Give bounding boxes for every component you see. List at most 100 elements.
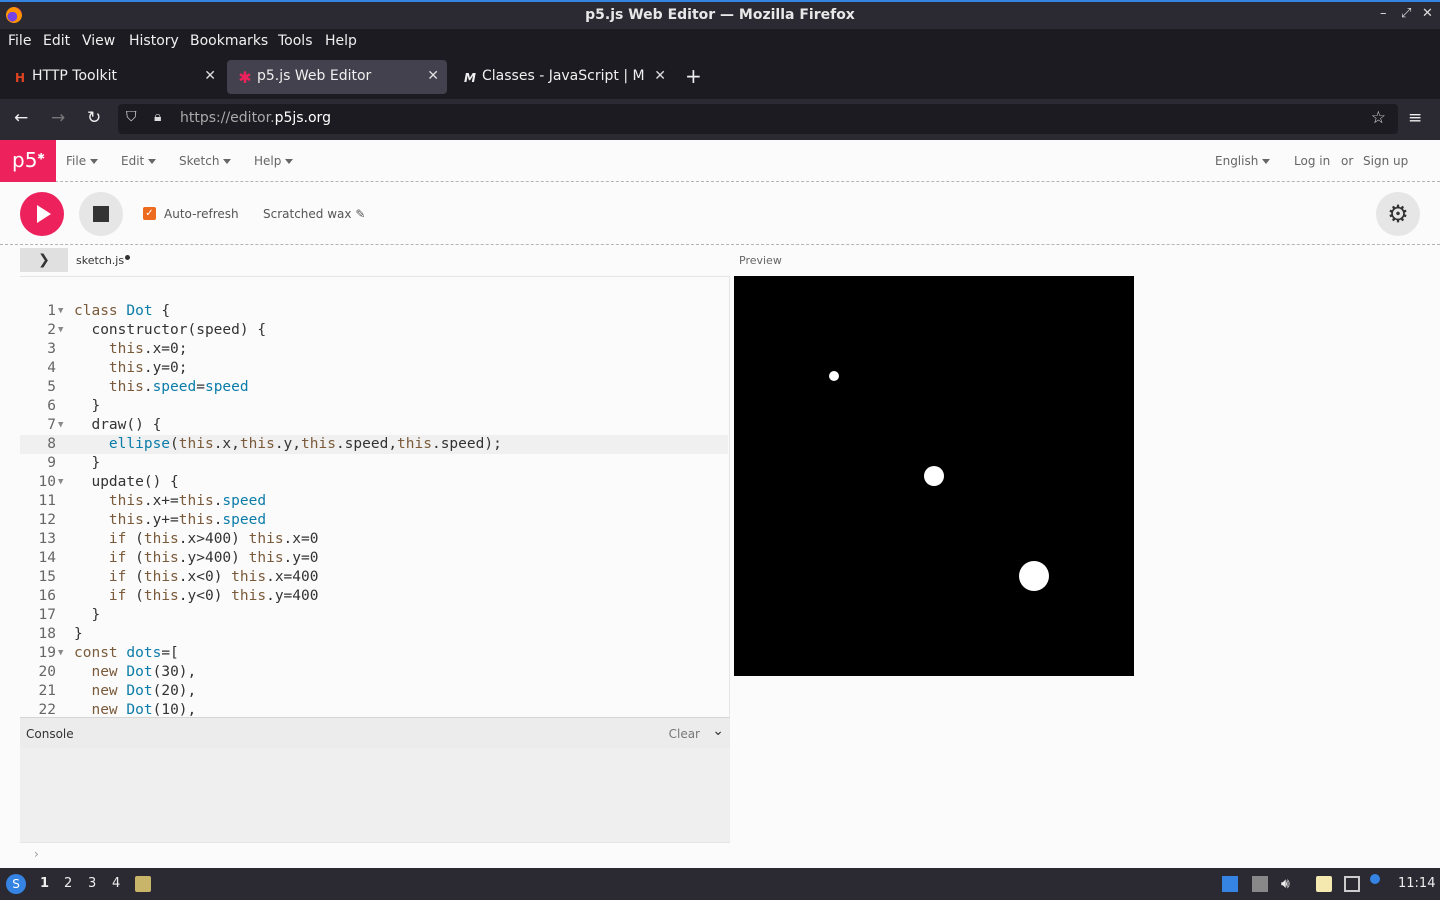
p5-menu-help[interactable]: Help [254, 154, 294, 168]
code-line[interactable]: 3 this.x=0; [20, 340, 728, 359]
code-line[interactable]: 5 this.speed=speed [20, 378, 728, 397]
p5-menu-sketch[interactable]: Sketch [179, 154, 232, 168]
shield-icon[interactable]: ⛉ [126, 109, 137, 125]
clipboard-icon[interactable] [1252, 876, 1268, 892]
menu-bookmarks[interactable]: Bookmarks [190, 33, 268, 49]
bookmark-star-icon[interactable]: ☆ [1371, 108, 1386, 128]
menu-view[interactable]: View [82, 33, 115, 49]
fold-arrow-icon[interactable]: ▼ [58, 644, 63, 663]
code-text: draw() { [74, 417, 162, 433]
menu-edit[interactable]: Edit [43, 33, 70, 49]
file-tab-sketch-js[interactable]: sketch.js [76, 254, 131, 267]
workspace-4[interactable]: 4 [112, 876, 120, 891]
menu-help[interactable]: Help [325, 33, 357, 49]
code-text: } [74, 607, 101, 623]
hamburger-menu-icon[interactable]: ≡ [1408, 108, 1422, 128]
menu-tools[interactable]: Tools [278, 33, 313, 49]
tab-mdn-classes[interactable]: M Classes - JavaScript | MDN ✕ [452, 60, 674, 94]
fold-arrow-icon[interactable]: ▼ [58, 473, 63, 492]
unsaved-indicator-icon [125, 255, 131, 260]
code-line[interactable]: 11 this.x+=this.speed [20, 492, 728, 511]
close-tab-icon[interactable]: ✕ [204, 68, 216, 84]
url-text[interactable]: https://editor.p5js.org [180, 110, 331, 126]
code-text: this.x+=this.speed [108, 493, 267, 509]
code-line[interactable]: 13 if (this.x>400) this.x=0 [20, 530, 728, 549]
sketch-toolbar: ✓ Auto-refresh Scratched wax ✎ ⚙ [0, 182, 1440, 245]
code-line[interactable]: 4 this.y=0; [20, 359, 728, 378]
code-line[interactable]: 21 new Dot(20), [20, 682, 728, 701]
line-number: 9 [47, 455, 56, 471]
code-line[interactable]: 6 } [20, 397, 728, 416]
workspace-1[interactable]: 1 [40, 876, 49, 891]
fold-arrow-icon[interactable]: ▼ [58, 416, 63, 435]
workspace-2[interactable]: 2 [64, 876, 72, 891]
forward-button[interactable]: → [51, 108, 65, 128]
line-number: 14 [38, 550, 56, 566]
close-tab-icon[interactable]: ✕ [654, 68, 666, 84]
notification-icon[interactable] [1370, 874, 1380, 884]
code-line[interactable]: 18} [20, 625, 728, 644]
code-line[interactable]: 16 if (this.y<0) this.y=400 [20, 587, 728, 606]
preview-canvas[interactable] [734, 276, 1134, 676]
language-select[interactable]: English [1215, 154, 1271, 168]
notes-icon[interactable] [1316, 876, 1332, 892]
fold-arrow-icon[interactable]: ▼ [58, 321, 63, 340]
console-input[interactable]: › [20, 842, 730, 868]
console-clear-button[interactable]: Clear [669, 727, 700, 741]
network-icon[interactable] [1344, 876, 1360, 892]
p5-logo[interactable]: p5✱ [0, 140, 56, 182]
chevron-down-icon[interactable]: ⌄ [712, 723, 724, 739]
code-text: if (this.y>400) this.y=0 [108, 550, 319, 566]
code-line[interactable]: 12 this.y+=this.speed [20, 511, 728, 530]
code-text: class Dot { [74, 303, 171, 319]
url-bar[interactable]: ⛉ 🔒︎ https://editor.p5js.org ☆ [118, 104, 1398, 134]
play-button[interactable] [20, 192, 64, 236]
navigation-bar: ← → ↻ ⛉ 🔒︎ https://editor.p5js.org ☆ ≡ [0, 99, 1440, 140]
login-link[interactable]: Log in [1294, 154, 1330, 168]
code-line[interactable]: 15 if (this.x<0) this.x=400 [20, 568, 728, 587]
tab-http-toolkit[interactable]: H HTTP Toolkit ✕ [2, 60, 224, 94]
code-line[interactable]: 8 ellipse(this.x,this.y,this.speed,this.… [20, 435, 728, 454]
workspace-3[interactable]: 3 [88, 876, 96, 891]
code-line[interactable]: 2 ▼ constructor(speed) { [20, 321, 728, 340]
code-editor[interactable]: 1 ▼ class Dot {2 ▼ constructor(speed) {3 th… [20, 276, 730, 717]
stop-button[interactable] [79, 192, 123, 236]
menu-file[interactable]: File [8, 33, 31, 49]
close-window-icon[interactable]: ✕ [1422, 6, 1433, 21]
back-button[interactable]: ← [14, 108, 28, 128]
desktop-icon[interactable] [1222, 876, 1238, 892]
pencil-icon[interactable]: ✎ [355, 207, 365, 221]
code-line[interactable]: 10 ▼ update() { [20, 473, 728, 492]
auto-refresh-checkbox[interactable]: ✓ [143, 207, 156, 220]
sketch-name[interactable]: Scratched wax ✎ [263, 207, 365, 221]
signup-link[interactable]: Sign up [1363, 154, 1408, 168]
close-tab-icon[interactable]: ✕ [427, 68, 439, 84]
p5-menu-file[interactable]: File [66, 154, 99, 168]
lock-icon[interactable]: 🔒︎ [154, 109, 161, 125]
start-menu-icon[interactable]: S [6, 874, 26, 894]
fold-arrow-icon[interactable]: ▼ [58, 302, 63, 321]
minimize-icon[interactable]: – [1380, 6, 1387, 21]
maximize-icon[interactable]: ⤢ [1401, 6, 1411, 21]
clock: 11:14 [1398, 876, 1436, 891]
line-number: 10 [38, 474, 56, 490]
tab-p5js-editor[interactable]: ✱ p5.js Web Editor ✕ [227, 60, 447, 94]
settings-gear-icon[interactable]: ⚙ [1376, 192, 1420, 236]
chevron-right-icon: › [34, 847, 39, 861]
auto-refresh-label: Auto-refresh [164, 207, 239, 221]
menu-history[interactable]: History [129, 33, 179, 49]
code-line[interactable]: 19 ▼ const dots=[ [20, 644, 728, 663]
new-tab-button[interactable]: + [685, 64, 702, 88]
sidebar-toggle-button[interactable]: ❯ [20, 248, 68, 272]
code-line[interactable]: 7 ▼ draw() { [20, 416, 728, 435]
code-line[interactable]: 22 new Dot(10), [20, 701, 728, 717]
reload-button[interactable]: ↻ [87, 108, 101, 128]
p5-menu-edit[interactable]: Edit [121, 154, 157, 168]
code-line[interactable]: 17 } [20, 606, 728, 625]
volume-icon[interactable]: 🔊︎ [1281, 876, 1297, 892]
code-line[interactable]: 14 if (this.y>400) this.y=0 [20, 549, 728, 568]
code-line[interactable]: 1 ▼ class Dot { [20, 302, 728, 321]
code-line[interactable]: 20 new Dot(30), [20, 663, 728, 682]
code-line[interactable]: 9 } [20, 454, 728, 473]
file-manager-icon[interactable] [135, 876, 151, 892]
